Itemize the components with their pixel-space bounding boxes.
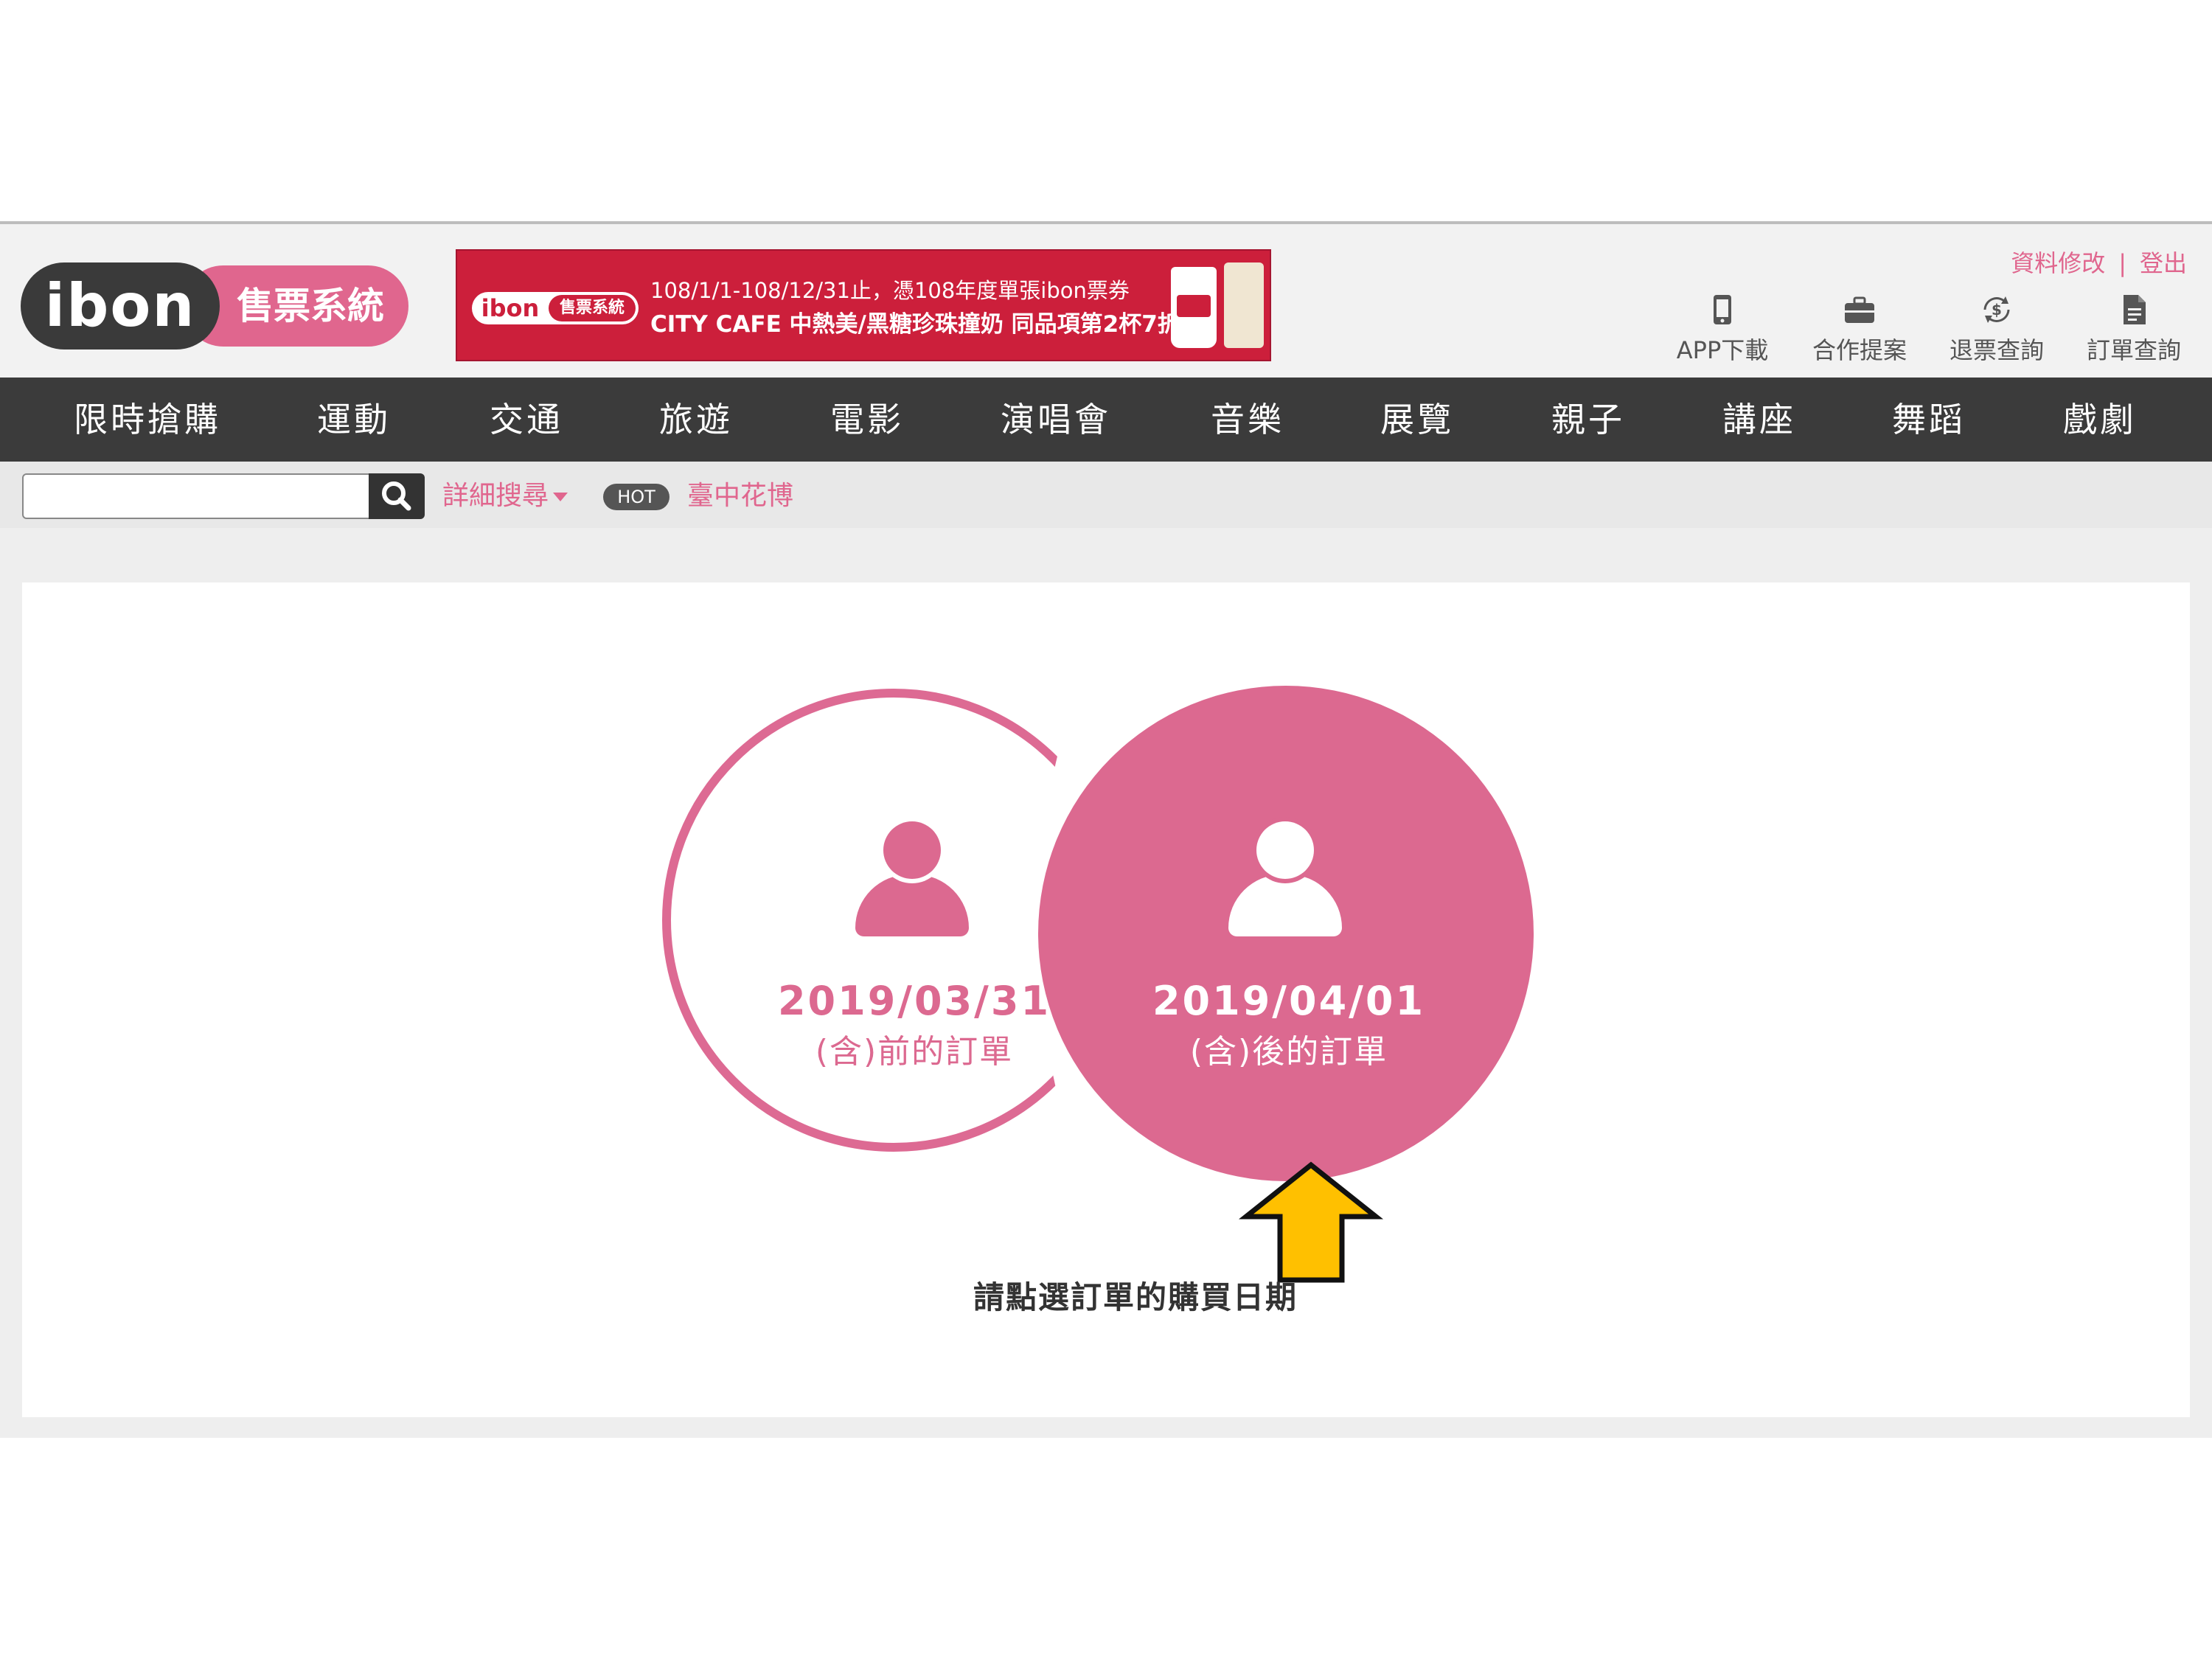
- caret-down-icon: [553, 493, 568, 501]
- banner-logo: ibon 售票系統: [472, 292, 639, 324]
- tool-label: 退票查詢: [1949, 336, 2044, 364]
- tool-label: APP下載: [1676, 336, 1769, 364]
- refund-query-button[interactable]: $ 退票查詢: [1938, 292, 2056, 366]
- after-date[interactable]: 2019/04/01: [1134, 978, 1444, 1024]
- briefcase-icon: [1845, 296, 1874, 323]
- account-links: 資料修改 | 登出: [2011, 245, 2187, 279]
- before-date[interactable]: 2019/03/31: [759, 978, 1069, 1024]
- nav-travel[interactable]: 旅遊: [659, 378, 733, 462]
- banner-logo-brand: ibon: [481, 294, 540, 322]
- nav-sports[interactable]: 運動: [317, 378, 391, 462]
- edit-profile-link[interactable]: 資料修改: [2011, 249, 2105, 277]
- banner-logo-system: 售票系統: [549, 295, 636, 321]
- refund-icon: $: [1983, 296, 2010, 323]
- advanced-search-label: 詳細搜尋: [442, 481, 549, 511]
- svg-text:$: $: [1992, 301, 2002, 319]
- search-input[interactable]: [22, 473, 370, 519]
- search-icon: [382, 481, 411, 511]
- category-nav: 限時搶購 運動 交通 旅遊 電影 演唱會 音樂 展覽 親子 講座 舞蹈 戲劇: [0, 378, 2212, 462]
- milk-tea-image: [1224, 262, 1264, 348]
- banner-text-line1: 108/1/1-108/12/31止，憑108年度單張ibon票券: [650, 278, 1130, 303]
- nav-movies[interactable]: 電影: [830, 378, 904, 462]
- site-header: ibon 售票系統 ibon 售票系統 108/1/1-108/12/31止，憑…: [0, 224, 2212, 378]
- nav-concerts[interactable]: 演唱會: [1001, 378, 1111, 462]
- user-icon-head: [1256, 821, 1314, 879]
- document-icon: [2124, 295, 2146, 324]
- user-icon-body: [855, 874, 969, 936]
- nav-drama[interactable]: 戲劇: [2063, 378, 2137, 462]
- nav-family[interactable]: 親子: [1551, 378, 1625, 462]
- logout-link[interactable]: 登出: [2140, 249, 2187, 277]
- coffee-cup-image: [1171, 267, 1217, 348]
- partnership-button[interactable]: 合作提案: [1801, 292, 1919, 366]
- user-icon: [855, 821, 969, 936]
- after-label[interactable]: (含)後的訂單: [1134, 1025, 1444, 1072]
- nav-flash-sale[interactable]: 限時搶購: [74, 378, 221, 462]
- instruction-text: 請點選訂單的購買日期: [973, 1279, 1298, 1315]
- phone-icon: [1714, 295, 1731, 324]
- nav-transport[interactable]: 交通: [490, 378, 563, 462]
- user-icon-head: [883, 821, 941, 879]
- tool-label: 合作提案: [1812, 336, 1907, 364]
- banner-text-line2: CITY CAFE 中熱美/黑糖珍珠撞奶 同品項第2杯7折: [650, 311, 1180, 338]
- before-label[interactable]: (含)前的訂單: [759, 1025, 1069, 1072]
- header-tools: APP下載 合作提案 $ 退票查詢 訂單查詢: [1663, 292, 2194, 373]
- arrow-up-icon: [1238, 1161, 1384, 1283]
- order-query-button[interactable]: 訂單查詢: [2075, 292, 2193, 366]
- search-bar: 詳細搜尋 HOT 臺中花博: [0, 462, 2212, 528]
- ibon-logo[interactable]: ibon 售票系統: [21, 262, 408, 349]
- tool-label: 訂單查詢: [2086, 336, 2181, 364]
- link-separator: |: [2118, 249, 2126, 277]
- nav-dance[interactable]: 舞蹈: [1892, 378, 1966, 462]
- user-icon-body: [1228, 874, 1342, 936]
- order-date-selector: 2019/03/31 (含)前的訂單 2019/04/01 (含)後的訂單 請點…: [22, 582, 2190, 1417]
- advanced-search-toggle[interactable]: 詳細搜尋: [442, 478, 568, 515]
- app-download-button[interactable]: APP下載: [1663, 292, 1781, 366]
- hot-badge: HOT: [603, 484, 669, 510]
- nav-music[interactable]: 音樂: [1211, 378, 1284, 462]
- browser-viewport: ibon 售票系統 ibon 售票系統 108/1/1-108/12/31止，憑…: [0, 221, 2212, 1438]
- search-button[interactable]: [369, 473, 425, 519]
- nav-exhibitions[interactable]: 展覽: [1380, 378, 1454, 462]
- promo-banner[interactable]: ibon 售票系統 108/1/1-108/12/31止，憑108年度單張ibo…: [456, 249, 1271, 361]
- hot-search-link[interactable]: 臺中花博: [687, 478, 793, 515]
- user-icon: [1228, 821, 1342, 936]
- nav-lectures[interactable]: 講座: [1722, 378, 1796, 462]
- logo-brand: ibon: [21, 262, 220, 349]
